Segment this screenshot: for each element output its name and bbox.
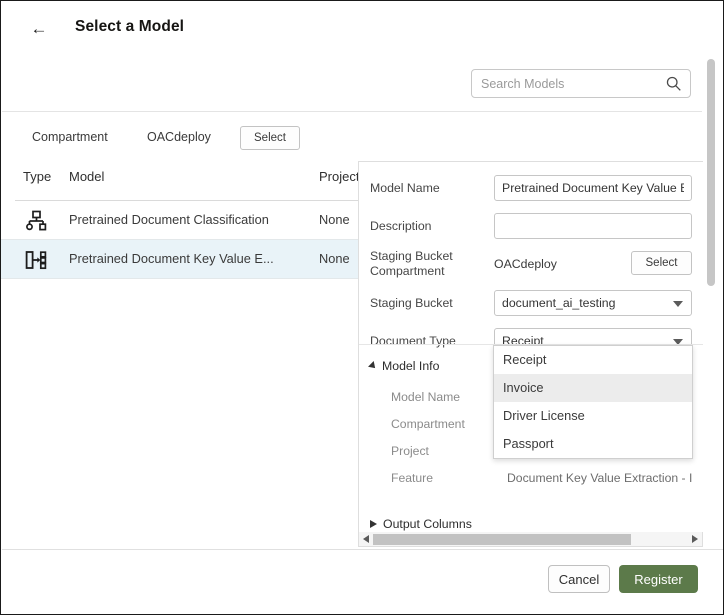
staging-bucket-compartment-select-button[interactable]: Select [631, 251, 692, 275]
cell-project: None [319, 251, 350, 266]
info-value-feature: Document Key Value Extraction - I [507, 471, 703, 485]
column-header-type: Type [23, 169, 51, 184]
select-model-dialog: ← Select a Model Compartment OACdeploy S… [0, 0, 724, 615]
scroll-right-arrow-icon[interactable] [692, 535, 698, 543]
staging-bucket-compartment-label: Staging Bucket Compartment [370, 249, 490, 279]
compartment-value: OACdeploy [147, 130, 211, 144]
footer-divider [2, 549, 724, 550]
info-label-model-name: Model Name [391, 390, 460, 404]
triangle-expanded-icon [368, 361, 378, 371]
table-row[interactable]: Pretrained Document Key Value E... None [1, 240, 361, 279]
column-header-project: Project [319, 169, 359, 184]
staging-bucket-label: Staging Bucket [370, 296, 490, 311]
model-info-section-header[interactable]: Model Info [370, 359, 439, 373]
cancel-button[interactable]: Cancel [548, 565, 610, 593]
info-label-compartment: Compartment [391, 417, 465, 431]
document-type-label: Document Type [370, 334, 490, 349]
dropdown-option-driver-license[interactable]: Driver License [494, 402, 692, 430]
chevron-down-icon[interactable] [673, 301, 683, 307]
dialog-header: ← Select a Model [1, 1, 723, 53]
description-label: Description [370, 219, 490, 234]
hierarchy-classification-icon [25, 210, 47, 232]
column-header-model: Model [69, 169, 104, 184]
key-value-extraction-icon [25, 249, 47, 271]
output-columns-section-header[interactable]: Output Columns [370, 517, 472, 531]
table-header-row: Type Model Project [1, 169, 361, 201]
compartment-select-button[interactable]: Select [240, 126, 300, 150]
dropdown-option-invoice[interactable]: Invoice [494, 374, 692, 402]
staging-bucket-compartment-value: OACdeploy [494, 257, 557, 271]
table-row[interactable]: Pretrained Document Classification None [1, 201, 361, 240]
cell-model-name: Pretrained Document Key Value E... [69, 251, 274, 266]
cell-project: None [319, 212, 350, 227]
search-input[interactable] [472, 70, 664, 97]
triangle-collapsed-icon [370, 520, 377, 528]
description-input[interactable] [495, 214, 691, 238]
dropdown-option-receipt[interactable]: Receipt [494, 346, 692, 374]
info-label-feature: Feature [391, 471, 433, 485]
description-field[interactable] [494, 213, 692, 239]
horizontal-scrollbar-thumb[interactable] [373, 534, 631, 545]
output-columns-title: Output Columns [383, 517, 472, 531]
search-icon[interactable] [665, 75, 682, 92]
model-name-input[interactable] [495, 176, 691, 200]
scroll-left-arrow-icon[interactable] [363, 535, 369, 543]
page-title: Select a Model [75, 18, 184, 36]
document-type-options-popup: Receipt Invoice Driver License Passport [493, 345, 693, 459]
panel-horizontal-scrollbar[interactable] [358, 532, 703, 547]
back-arrow-icon[interactable]: ← [28, 18, 50, 40]
vertical-scrollbar-thumb[interactable] [707, 59, 715, 286]
model-info-title: Model Info [382, 359, 439, 373]
models-table: Type Model Project Pretrained Document C… [1, 169, 361, 279]
compartment-label: Compartment [32, 130, 108, 144]
model-name-field[interactable] [494, 175, 692, 201]
model-name-label: Model Name [370, 181, 490, 196]
staging-bucket-value: document_ai_testing [502, 296, 615, 310]
cell-model-name: Pretrained Document Classification [69, 212, 269, 227]
info-label-project: Project [391, 444, 429, 458]
header-divider [2, 111, 702, 112]
register-button[interactable]: Register [619, 565, 698, 593]
search-models-box[interactable] [471, 69, 691, 98]
dropdown-option-passport[interactable]: Passport [494, 430, 692, 458]
staging-bucket-dropdown[interactable]: document_ai_testing [494, 290, 692, 316]
